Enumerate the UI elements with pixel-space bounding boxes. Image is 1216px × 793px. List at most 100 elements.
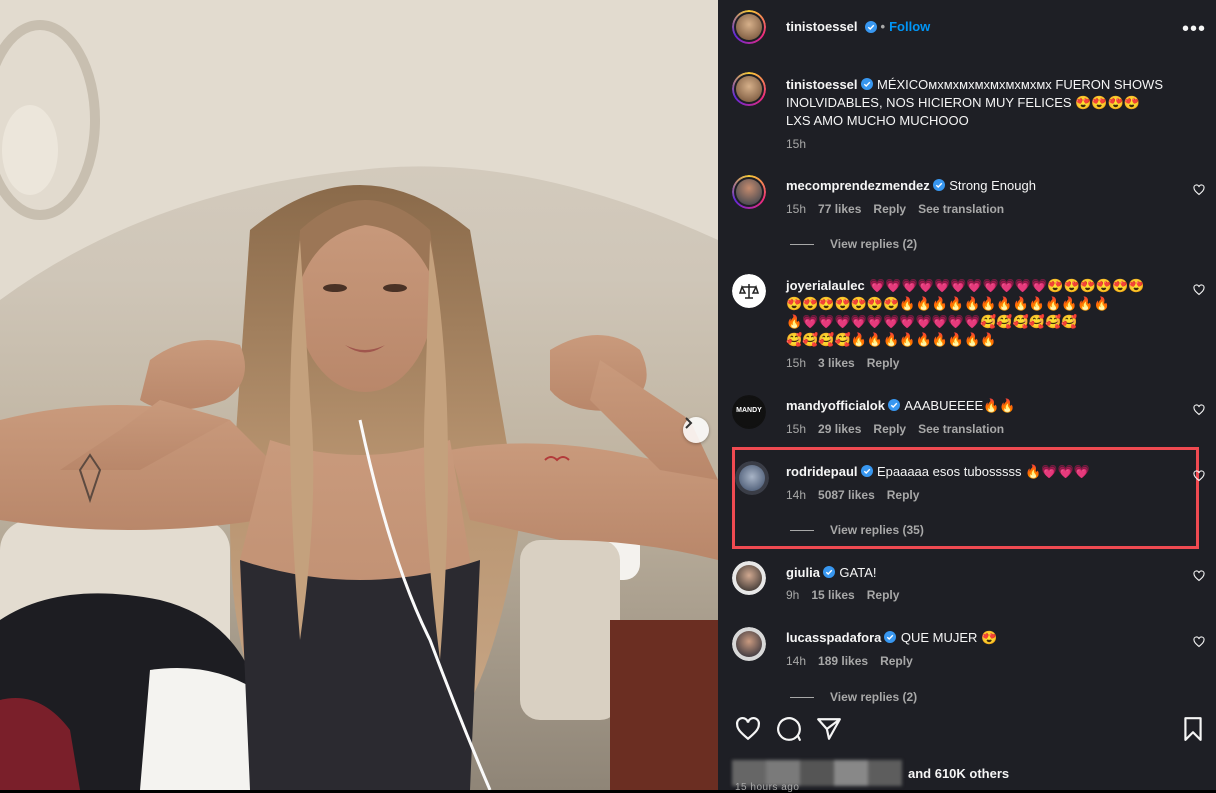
author-username[interactable]: tinistoessel — [786, 19, 858, 34]
comment-avatar[interactable] — [732, 627, 766, 661]
like-comment-heart-icon[interactable] — [1193, 570, 1205, 582]
replies-dash — [790, 243, 814, 245]
post-photo[interactable] — [0, 0, 718, 790]
comment-bubble-icon[interactable] — [776, 716, 802, 742]
caption-line-2: INOLVIDABLES, NOS HICIERON MUY FELICES 😍… — [786, 95, 1140, 110]
comment-meta: 15h 77 likes Reply See translation — [786, 202, 1004, 216]
caption-meta: 15h — [786, 137, 806, 151]
like-comment-heart-icon[interactable] — [1193, 470, 1205, 482]
verified-badge-icon — [822, 566, 835, 578]
verified-badge-icon — [884, 631, 897, 643]
scales-logo-icon — [739, 284, 759, 299]
next-image-button[interactable] — [683, 417, 709, 443]
reply-button[interactable]: Reply — [880, 654, 913, 668]
comment-time: 14h — [786, 488, 807, 502]
replies-dash — [790, 529, 814, 531]
share-send-icon[interactable] — [816, 716, 842, 742]
comment-username[interactable]: lucasspadafora — [786, 630, 881, 645]
comment-time: 14h — [786, 654, 807, 668]
comment-username[interactable]: mecomprendezmendez — [786, 178, 930, 193]
like-comment-heart-icon[interactable] — [1193, 404, 1205, 416]
comment-username[interactable]: rodridepaul — [786, 464, 858, 479]
author-avatar[interactable] — [732, 10, 766, 44]
verified-badge-icon — [932, 179, 945, 191]
view-replies[interactable]: View replies (2) — [790, 237, 917, 251]
chevron-right-icon — [685, 417, 693, 429]
reply-button[interactable]: Reply — [887, 488, 920, 502]
like-comment-heart-icon[interactable] — [1193, 284, 1205, 296]
comment-row: joyerialaulec 💗💗💗💗💗💗💗💗💗💗💗😍😍😍😍😍😍 😍😍😍😍😍😍😍🔥… — [786, 277, 1186, 349]
comment-username[interactable]: mandyofficialok — [786, 398, 885, 413]
post-caption: tinistoessel MÉXICOмxмxмxмxмxмxмxмx FUER… — [786, 76, 1186, 130]
comment-text: Strong Enough — [949, 178, 1036, 193]
comment-time: 15h — [786, 356, 807, 370]
reply-button[interactable]: Reply — [873, 422, 906, 436]
reply-button[interactable]: Reply — [873, 202, 906, 216]
caption-username[interactable]: tinistoessel — [786, 77, 858, 92]
comment-text: Epaaaaa esos tubosssss 🔥💗💗💗 — [876, 464, 1090, 479]
comment-time: 15h — [786, 422, 807, 436]
comment-time: 15h — [786, 202, 807, 216]
separator-dot: • — [880, 19, 886, 34]
caption-time: 15h — [786, 137, 807, 151]
follow-button[interactable]: Follow — [889, 19, 930, 34]
comment-time: 9h — [786, 588, 800, 602]
comment-likes[interactable]: 5087 likes — [818, 488, 875, 502]
comment-avatar[interactable] — [732, 175, 766, 209]
comment-row: mecomprendezmendez Strong Enough — [786, 177, 1036, 195]
comment-meta: 14h 5087 likes Reply — [786, 488, 919, 502]
comment-row: rodridepaul Epaaaaa esos tubosssss 🔥💗💗💗 — [786, 463, 1090, 481]
comment-likes[interactable]: 15 likes — [811, 588, 854, 602]
like-heart-icon[interactable] — [735, 716, 761, 742]
post-age: 15 hours ago — [735, 782, 800, 793]
comment-row: mandyofficialok AAABUEEEE🔥🔥 — [786, 397, 1016, 415]
reply-button[interactable]: Reply — [867, 356, 900, 370]
comment-text-line-3: 🔥💗💗💗💗💗💗💗💗💗💗💗🥰🥰🥰🥰🥰🥰 — [786, 314, 1078, 329]
comment-likes[interactable]: 29 likes — [818, 422, 861, 436]
comment-likes[interactable]: 189 likes — [818, 654, 868, 668]
comment-row: giulia GATA! — [786, 564, 876, 582]
view-replies-label: View replies (35) — [830, 523, 924, 537]
verified-badge-icon — [864, 20, 877, 33]
caption-line-3: LXS AMO MUCHO MUCHOOO — [786, 113, 969, 128]
comment-row: lucasspadafora QUE MUJER 😍 — [786, 629, 997, 647]
see-translation-link[interactable]: See translation — [918, 422, 1004, 436]
comment-likes[interactable]: 3 likes — [818, 356, 855, 370]
caption-avatar[interactable] — [732, 72, 766, 106]
comment-username[interactable]: joyerialaulec — [786, 278, 865, 293]
comment-avatar[interactable] — [735, 461, 769, 495]
view-replies-label: View replies (2) — [830, 690, 918, 704]
view-replies[interactable]: View replies (2) — [790, 690, 917, 704]
more-options-icon[interactable]: ••• — [1182, 18, 1206, 41]
save-bookmark-icon[interactable] — [1182, 716, 1204, 742]
comment-meta: 14h 189 likes Reply — [786, 654, 913, 668]
likes-count-text: and 610K others — [908, 765, 1010, 781]
comment-username[interactable]: giulia — [786, 565, 820, 580]
post-header: tinistoessel • Follow — [786, 19, 930, 34]
comment-meta: 15h 3 likes Reply — [786, 356, 899, 370]
verified-badge-icon — [860, 78, 873, 90]
reply-button[interactable]: Reply — [867, 588, 900, 602]
comment-avatar[interactable] — [732, 561, 766, 595]
like-comment-heart-icon[interactable] — [1193, 184, 1205, 196]
replies-dash — [790, 696, 814, 698]
comment-meta: 9h 15 likes Reply — [786, 588, 899, 602]
comment-meta: 15h 29 likes Reply See translation — [786, 422, 1004, 436]
comment-text: AAABUEEEE🔥🔥 — [904, 398, 1016, 413]
comments-panel: tinistoessel • Follow ••• tinistoessel M… — [718, 0, 1216, 793]
comment-avatar[interactable] — [732, 274, 766, 308]
comment-text-line-1: 💗💗💗💗💗💗💗💗💗💗💗😍😍😍😍😍😍 — [869, 278, 1145, 293]
mandy-avatar-text: MANDY — [736, 407, 762, 414]
comment-likes[interactable]: 77 likes — [818, 202, 861, 216]
view-replies[interactable]: View replies (35) — [790, 523, 924, 537]
post-action-bar — [735, 714, 1204, 746]
comment-text: GATA! — [839, 565, 877, 580]
view-replies-label: View replies (2) — [830, 237, 918, 251]
comment-text-line-2: 😍😍😍😍😍😍😍🔥🔥🔥🔥🔥🔥🔥🔥🔥🔥🔥🔥🔥 — [786, 296, 1110, 311]
comment-avatar[interactable]: MANDY — [732, 395, 766, 429]
see-translation-link[interactable]: See translation — [918, 202, 1004, 216]
comment-text: QUE MUJER 😍 — [900, 630, 998, 645]
verified-badge-icon — [887, 399, 900, 411]
caption-line-1: MÉXICOмxмxмxмxмxмxмxмx FUERON SHOWS — [876, 77, 1163, 92]
like-comment-heart-icon[interactable] — [1193, 636, 1205, 648]
